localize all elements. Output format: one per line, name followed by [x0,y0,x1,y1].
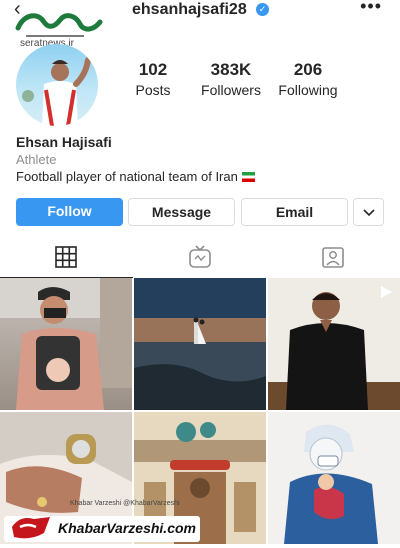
iran-flag-icon [241,172,255,182]
tagged-person-icon[interactable] [320,244,346,270]
igtv-icon[interactable] [187,244,213,270]
post-thumbnail[interactable] [0,278,132,410]
profile-bio: Football player of national team of Iran [16,169,255,184]
email-button[interactable]: Email [241,198,348,226]
chevron-down-icon [362,209,375,217]
bio-text: Football player of national team of Iran [16,169,238,184]
post-thumbnail[interactable] [268,278,400,410]
post-image [134,278,266,410]
profile-tabs [0,240,400,278]
profile-name: Ehsan Hajisafi [16,134,112,150]
stat-posts[interactable]: 102 Posts [108,60,198,98]
profile-username: ehsanhajsafi28 [132,1,247,18]
post-image [268,412,400,544]
grid-icon[interactable] [53,244,79,270]
message-button[interactable]: Message [128,198,235,226]
posts-label: Posts [135,82,171,98]
following-count: 206 [293,60,323,79]
avatar-player-image [22,57,91,126]
more-options-icon[interactable]: ••• [360,0,382,17]
follow-button[interactable]: Follow [16,198,123,226]
verified-badge-icon: ✓ [256,3,269,16]
profile-category: Athlete [16,152,57,167]
post-thumbnail[interactable] [134,278,266,410]
posts-grid [0,278,400,548]
stat-following[interactable]: 206 Following [263,60,353,98]
overlay-brand-text: KhabarVarzeshi.com [58,520,196,536]
suggested-accounts-button[interactable] [353,198,384,226]
overlay-handle-text: Khabar Varzeshi @KhabarVarzeshi [70,500,180,507]
post-thumbnail[interactable] [268,412,400,544]
posts-count: 102 [138,60,168,79]
following-label: Following [278,82,338,98]
khabarvarzeshi-logo [12,517,50,539]
video-play-icon [381,286,392,298]
avatar[interactable] [16,44,98,126]
post-image [0,278,132,410]
